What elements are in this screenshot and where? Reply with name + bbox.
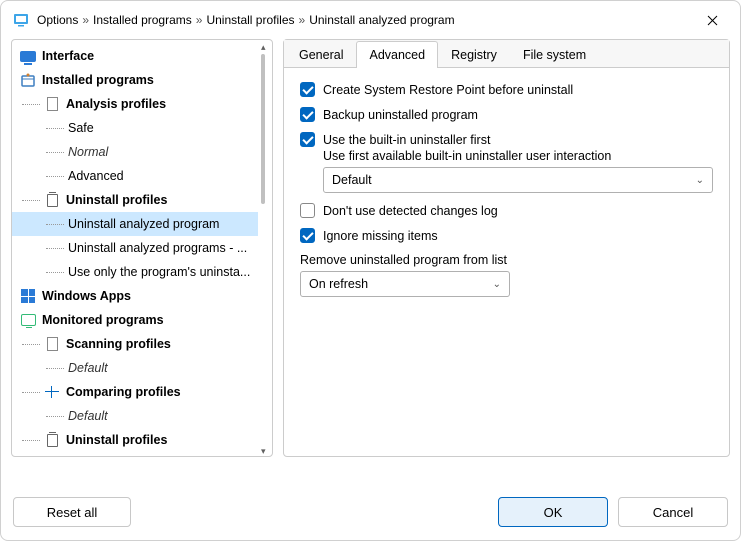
- opt-label: Use the built-in uninstaller first: [323, 133, 490, 147]
- tree-item-label: Use only the program's uninsta...: [68, 265, 250, 279]
- tree-item[interactable]: Scanning profiles: [12, 332, 258, 356]
- tree-item-label: Interface: [42, 49, 94, 63]
- scroll-up-icon[interactable]: ▴: [261, 42, 269, 50]
- monitor-icon: [20, 48, 36, 64]
- tree-item-label: Uninstall analyzed programs - ...: [68, 241, 247, 255]
- tree-item[interactable]: Default: [12, 356, 258, 380]
- trash-icon: [44, 432, 60, 448]
- tree-item[interactable]: Uninstall analyzed program: [12, 212, 258, 236]
- tree-item-label: Monitored programs: [42, 313, 164, 327]
- dialog-footer: Reset all OK Cancel: [1, 484, 740, 540]
- content-panel: GeneralAdvancedRegistryFile system Creat…: [283, 39, 730, 457]
- cancel-button[interactable]: Cancel: [618, 497, 728, 527]
- doc-icon: [44, 96, 60, 112]
- tree-item-label: Installed programs: [42, 73, 154, 87]
- opt-label: Ignore missing items: [323, 229, 438, 243]
- tree-item[interactable]: Monitored programs: [12, 308, 258, 332]
- tree-item[interactable]: Normal: [12, 140, 258, 164]
- opt-label: Create System Restore Point before unins…: [323, 83, 573, 97]
- mon2-icon: [20, 312, 36, 328]
- tree-item[interactable]: Safe: [12, 116, 258, 140]
- opt-ignore-missing[interactable]: Ignore missing items: [300, 228, 713, 243]
- reset-all-button[interactable]: Reset all: [13, 497, 131, 527]
- tree-item-label: Uninstall profiles: [66, 193, 167, 207]
- opt-builtin-uninstaller[interactable]: Use the built-in uninstaller first: [300, 132, 713, 147]
- tree-item-label: Analysis profiles: [66, 97, 166, 111]
- trash-icon: [44, 192, 60, 208]
- scroll-down-icon[interactable]: ▾: [261, 446, 269, 454]
- tree-item-label: Comparing profiles: [66, 385, 181, 399]
- box-icon: [20, 72, 36, 88]
- select-value: Default: [332, 173, 372, 187]
- checkbox-icon: [300, 203, 315, 218]
- opt-dont-use-log[interactable]: Don't use detected changes log: [300, 203, 713, 218]
- opt-label: Backup uninstalled program: [323, 108, 478, 122]
- builtin-interaction-select[interactable]: Default ⌄: [323, 167, 713, 193]
- titlebar: Options» Installed programs» Uninstall p…: [1, 1, 740, 39]
- advanced-panel: Create System Restore Point before unins…: [284, 68, 729, 311]
- tree-item[interactable]: Uninstall profiles: [12, 428, 258, 452]
- opt-create-restore[interactable]: Create System Restore Point before unins…: [300, 82, 713, 97]
- scale-icon: [44, 384, 60, 400]
- close-icon: [707, 15, 718, 26]
- checkbox-icon: [300, 107, 315, 122]
- tab-advanced[interactable]: Advanced: [356, 41, 438, 68]
- remove-list-label: Remove uninstalled program from list: [300, 253, 713, 267]
- builtin-subsection: Use first available built-in uninstaller…: [323, 149, 713, 193]
- select-value: On refresh: [309, 277, 368, 291]
- chevron-down-icon: ⌄: [696, 175, 704, 186]
- tree-item-label: Windows Apps: [42, 289, 131, 303]
- tree-item[interactable]: Installed programs: [12, 68, 258, 92]
- tree-item-label: Safe: [68, 121, 94, 135]
- opt-label: Don't use detected changes log: [323, 204, 498, 218]
- tab-bar: GeneralAdvancedRegistryFile system: [284, 40, 729, 68]
- scrollbar[interactable]: ▴ ▾: [258, 42, 270, 454]
- tree-item-label: Normal: [68, 145, 108, 159]
- tree-item[interactable]: Advanced: [12, 164, 258, 188]
- tab-registry[interactable]: Registry: [438, 41, 510, 68]
- tree-item[interactable]: Default: [12, 404, 258, 428]
- ok-button[interactable]: OK: [498, 497, 608, 527]
- tree-item[interactable]: Interface: [12, 44, 258, 68]
- checkbox-icon: [300, 132, 315, 147]
- checkbox-icon: [300, 228, 315, 243]
- remove-list-select[interactable]: On refresh ⌄: [300, 271, 510, 297]
- tree-item-label: Advanced: [68, 169, 124, 183]
- options-dialog: Options» Installed programs» Uninstall p…: [0, 0, 741, 541]
- scroll-thumb[interactable]: [261, 54, 265, 204]
- doc-icon: [44, 336, 60, 352]
- tree-item[interactable]: Windows Apps: [12, 284, 258, 308]
- tree-item-label: Uninstall analyzed program: [68, 217, 219, 231]
- grid-icon: [20, 288, 36, 304]
- tab-general[interactable]: General: [286, 41, 356, 68]
- tree-item-label: Default: [68, 409, 108, 423]
- tree-item[interactable]: Analysis profiles: [12, 92, 258, 116]
- breadcrumb: Options» Installed programs» Uninstall p…: [37, 13, 692, 27]
- nav-tree[interactable]: Interface Installed programs Analysis prof…: [12, 40, 258, 456]
- close-button[interactable]: [692, 5, 732, 35]
- nav-tree-panel: Interface Installed programs Analysis prof…: [11, 39, 273, 457]
- tree-item-label: Default: [68, 361, 108, 375]
- app-icon: [13, 12, 29, 28]
- chevron-down-icon: ⌄: [493, 279, 501, 290]
- tree-item[interactable]: Use only the program's uninsta...: [12, 260, 258, 284]
- tree-item[interactable]: Uninstall profiles: [12, 188, 258, 212]
- tree-item-label: Scanning profiles: [66, 337, 171, 351]
- tab-file-system[interactable]: File system: [510, 41, 599, 68]
- sub-label: Use first available built-in uninstaller…: [323, 149, 713, 163]
- checkbox-icon: [300, 82, 315, 97]
- tree-item-label: Uninstall profiles: [66, 433, 167, 447]
- tree-item[interactable]: Uninstall analyzed programs - ...: [12, 236, 258, 260]
- opt-backup[interactable]: Backup uninstalled program: [300, 107, 713, 122]
- tree-item[interactable]: Comparing profiles: [12, 380, 258, 404]
